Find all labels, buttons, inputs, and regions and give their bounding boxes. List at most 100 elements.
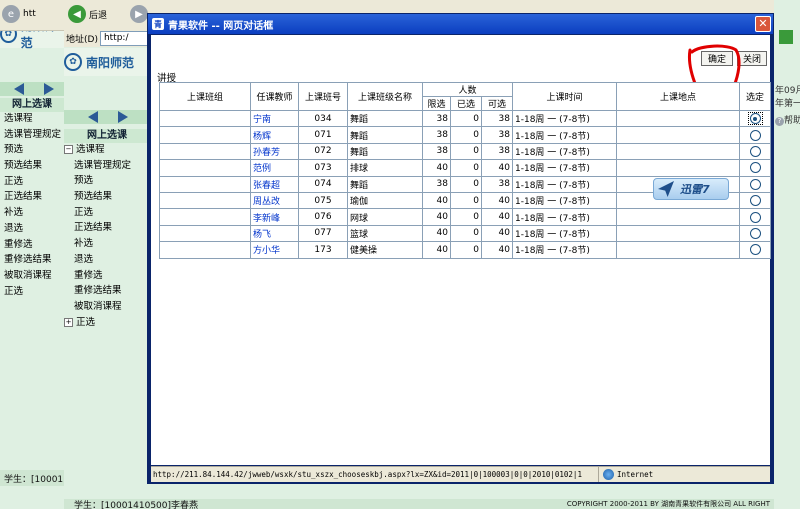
right-help-link[interactable]: ? 帮助 — [775, 113, 800, 126]
cell-select — [739, 175, 771, 193]
select-radio[interactable] — [749, 195, 761, 207]
sidebar-item[interactable]: 退选 — [64, 252, 131, 268]
cell-class-name: 舞蹈 — [347, 126, 423, 144]
address-label: 地址(D) — [66, 34, 98, 45]
cell-teacher[interactable]: 范例 — [250, 159, 299, 177]
select-radio[interactable] — [749, 162, 761, 174]
close-icon[interactable]: ✕ — [755, 16, 771, 32]
sidebar-item[interactable]: 正选 — [4, 174, 61, 190]
sidebar-item[interactable]: 重修选结果 — [4, 252, 61, 268]
help-icon: ? — [775, 116, 784, 126]
cell-teacher[interactable]: 杨飞 — [250, 224, 299, 243]
cell-place — [616, 159, 740, 177]
header-select: 选定 — [739, 82, 771, 111]
sidebar-item[interactable]: 正选 — [4, 284, 61, 300]
cell-limit: 40 — [422, 159, 451, 177]
close-button[interactable]: 关闭 — [737, 51, 767, 66]
arrow-left-icon[interactable] — [14, 83, 24, 95]
ie-icon: e — [2, 5, 20, 23]
sidebar-item[interactable]: 正选结果 — [4, 189, 61, 205]
cell-teacher[interactable]: 周丛改 — [250, 191, 299, 210]
sidebar-root[interactable]: − 选课程 — [64, 142, 131, 158]
app-icon: 青 — [152, 18, 164, 30]
sidebar-item[interactable]: 被取消课程 — [64, 299, 131, 315]
cell-class-name: 网球 — [347, 208, 423, 226]
confirm-button[interactable]: 确定 — [701, 51, 733, 66]
select-radio[interactable] — [749, 113, 761, 125]
address-input[interactable]: http:/ — [99, 30, 150, 46]
inner-sidebar: − 选课程 选课管理规定 预选 预选结果 正选 正选结果 补选 退选 重修选 重修… — [64, 142, 131, 330]
sidebar-item[interactable]: 预选 — [4, 142, 61, 158]
tab-item[interactable]: e htt — [2, 4, 36, 24]
footer-student: 学生：[10001410500]李春燕 — [74, 500, 199, 509]
collapse-icon[interactable]: − — [64, 145, 73, 154]
header-class-no: 上课班号 — [298, 82, 348, 111]
select-radio[interactable] — [749, 129, 761, 141]
arrow-left-icon[interactable] — [88, 111, 98, 123]
sidebar-item[interactable]: 补选 — [64, 236, 131, 252]
cell-select — [739, 109, 771, 128]
select-radio[interactable] — [749, 227, 761, 239]
sidebar-root[interactable]: + 正选 — [64, 315, 131, 331]
sidebar-item[interactable]: 补选 — [4, 205, 61, 221]
cell-available: 38 — [481, 175, 513, 193]
cell-limit: 40 — [422, 208, 451, 226]
select-radio[interactable] — [749, 178, 761, 190]
sidebar-item[interactable]: 预选结果 — [4, 158, 61, 174]
forward-button[interactable]: ▶ — [130, 4, 148, 24]
cell-class-no: 173 — [298, 241, 348, 259]
table-row: 杨辉 071 舞蹈 38 0 38 1-18周 一 (7-8节) — [159, 126, 771, 144]
cell-place — [616, 109, 740, 128]
cell-available: 40 — [481, 224, 513, 243]
sidebar-item[interactable]: 重修选 — [4, 237, 61, 253]
cell-available: 38 — [481, 126, 513, 144]
table-row: 方小华 173 健美操 40 0 40 1-18周 一 (7-8节) — [159, 241, 771, 259]
sidebar-item[interactable]: 退选 — [4, 221, 61, 237]
cell-select — [739, 241, 771, 259]
cell-class-no: 074 — [298, 175, 348, 193]
select-radio[interactable] — [749, 145, 761, 157]
cell-teacher[interactable]: 孙春芳 — [250, 142, 299, 161]
header-time: 上课时间 — [512, 82, 617, 111]
address-bar: 地址(D) http:/ — [64, 29, 150, 47]
sidebar-item[interactable]: 选课程 — [4, 111, 61, 127]
sidebar-item[interactable]: 选课管理规定 — [4, 127, 61, 143]
back-button[interactable]: ◀ 后退 — [68, 4, 107, 24]
sidebar-item[interactable]: 正选结果 — [64, 220, 131, 236]
cell-limit: 40 — [422, 241, 451, 259]
sidebar-item[interactable]: 正选 — [64, 205, 131, 221]
sidebar-item[interactable]: 预选结果 — [64, 189, 131, 205]
sidebar-item[interactable]: 预选 — [64, 173, 131, 189]
table-row: 孙春芳 072 舞蹈 38 0 38 1-18周 一 (7-8节) — [159, 142, 771, 161]
sidebar-item[interactable]: 被取消课程 — [4, 268, 61, 284]
cell-class-name: 健美操 — [347, 241, 423, 259]
cell-teacher[interactable]: 张春超 — [250, 175, 299, 193]
sidebar-item[interactable]: 重修选 — [64, 268, 131, 284]
arrow-right-icon[interactable] — [44, 83, 54, 95]
select-radio[interactable] — [749, 244, 761, 256]
cell-limit: 38 — [422, 126, 451, 144]
dialog-status-bar: http://211.84.144.42/jwweb/wsxk/stu_xszx… — [151, 466, 770, 482]
sidebar-item[interactable]: 选课管理规定 — [64, 158, 131, 174]
table-row: 范例 073 排球 40 0 40 1-18周 一 (7-8节) — [159, 159, 771, 177]
cell-chosen: 0 — [450, 241, 482, 259]
sidebar-item[interactable]: 重修选结果 — [64, 283, 131, 299]
cell-limit: 38 — [422, 109, 451, 128]
select-radio[interactable] — [749, 211, 761, 223]
xunlei-badge[interactable]: 迅雷7 — [653, 178, 729, 200]
cell-available: 40 — [481, 241, 513, 259]
cell-class-name: 排球 — [347, 159, 423, 177]
go-arrow-icon[interactable] — [779, 30, 793, 44]
cell-limit: 38 — [422, 142, 451, 161]
cell-teacher[interactable]: 李新峰 — [250, 208, 299, 226]
arrow-right-icon[interactable] — [118, 111, 128, 123]
expand-icon[interactable]: + — [64, 317, 73, 327]
cell-class-group — [159, 241, 251, 259]
right-page-strip: 年09月 年第一 ? 帮助 — [774, 0, 800, 509]
cell-class-no: 077 — [298, 224, 348, 243]
student-label-outer: 学生：[10001 — [0, 470, 64, 486]
cell-teacher[interactable]: 杨辉 — [250, 126, 299, 144]
cell-teacher[interactable]: 宁南 — [250, 109, 299, 128]
cell-teacher[interactable]: 方小华 — [250, 241, 299, 259]
cell-chosen: 0 — [450, 191, 482, 210]
